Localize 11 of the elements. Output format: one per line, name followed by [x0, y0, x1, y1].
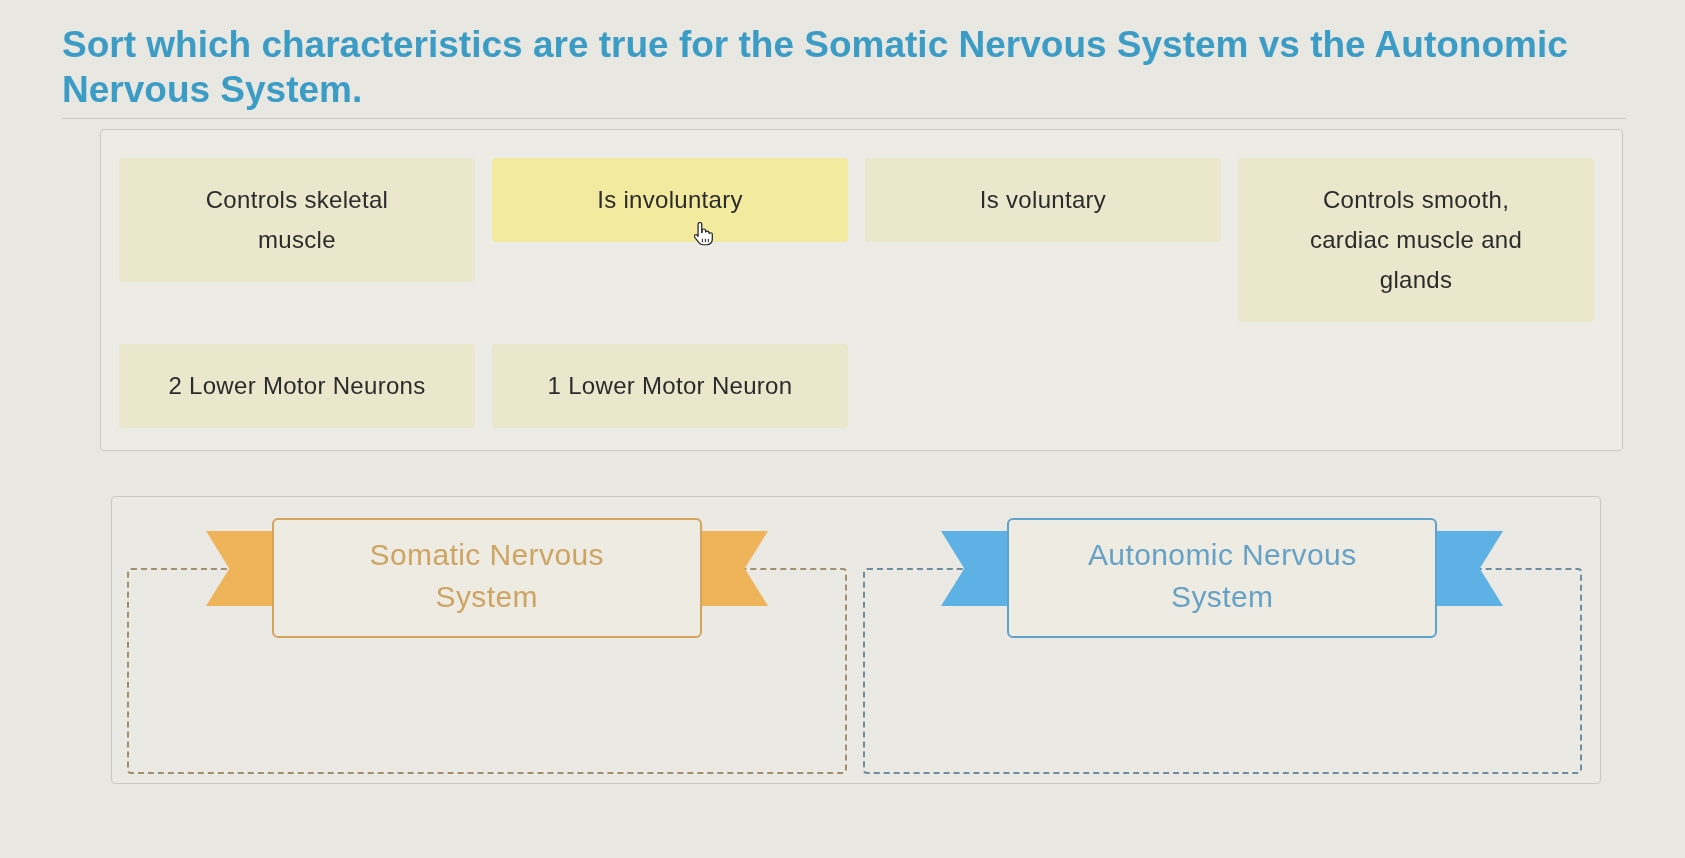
question-title: Sort which characteristics are true for the Somatic Nervous System vs the Autonomic Nervous System.: [62, 23, 1569, 112]
draggable-card[interactable]: Is voluntary: [865, 158, 1221, 242]
draggable-card[interactable]: Controls skeletal muscle: [119, 158, 475, 282]
drop-zone[interactable]: [862, 568, 1582, 774]
draggable-card[interactable]: Controls smooth, cardiac muscle and glands: [1238, 158, 1594, 322]
category-label: Autonomic Nervous System: [1007, 518, 1438, 638]
drop-zone[interactable]: [127, 568, 847, 774]
draggable-card[interactable]: 1 Lower Motor Neuron: [492, 344, 848, 428]
hand-cursor-icon: [694, 222, 714, 246]
category-label: Somatic Nervous System: [271, 518, 702, 638]
draggable-card[interactable]: 2 Lower Motor Neurons: [119, 344, 475, 428]
